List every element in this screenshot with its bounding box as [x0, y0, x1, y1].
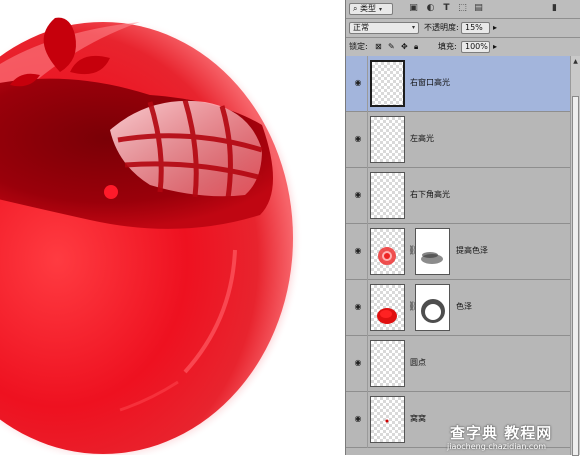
lock-all-icon[interactable]: 🔒︎	[414, 41, 418, 53]
layer-mask-thumbnail[interactable]	[415, 284, 450, 331]
fill-label: 填充:	[438, 42, 457, 51]
layers-panel: ⌕ 类型 ▾ ▣ ◐ T ⬚ ▤ ▮ 正常 ▾ 不透明度: 15% ▸ 锁定: ⊠ …	[345, 0, 580, 456]
opacity-input[interactable]: 15%	[461, 22, 490, 34]
layer-name: 色泽	[456, 302, 472, 311]
eye-icon[interactable]: ◉	[353, 190, 363, 200]
eye-icon[interactable]: ◉	[353, 134, 363, 144]
filter-kind-value: 类型	[360, 4, 377, 13]
fill-dropdown-icon[interactable]: ▸	[493, 41, 497, 53]
layer-row[interactable]: ◉ 右窗口高光	[346, 56, 570, 112]
scroll-up-icon[interactable]: ▲	[572, 58, 579, 66]
scrollbar-thumb[interactable]	[572, 96, 579, 456]
canvas-artwork[interactable]	[0, 0, 345, 455]
dropdown-arrow-icon: ▾	[411, 24, 415, 31]
mask-preview-icon	[421, 252, 443, 264]
layer-row[interactable]: ◉ 右下角高光	[346, 168, 570, 224]
layer-list: ◉ 右窗口高光 ◉ 左高光 ◉ 右下角高光 ◉ ⛓ 提高色泽 ◉ ⛓ 色泽 ◉ …	[346, 56, 570, 455]
eye-icon[interactable]: ◉	[353, 414, 363, 424]
layer-row[interactable]: ◉ ⛓ 提高色泽	[346, 224, 570, 280]
dropdown-arrow-icon: ▾	[379, 6, 383, 13]
layer-name: 提高色泽	[456, 246, 488, 255]
circle-filter-icon[interactable]: ◐	[425, 3, 436, 14]
layer-name: 圆点	[410, 358, 426, 367]
blend-mode-select[interactable]: 正常 ▾	[349, 22, 419, 34]
red-ring-thumbnail-icon	[378, 247, 396, 265]
mask-preview-icon	[421, 299, 445, 323]
layer-thumbnail	[370, 172, 405, 219]
layer-thumbnail	[370, 228, 405, 275]
opacity-dropdown-icon[interactable]: ▸	[493, 22, 497, 34]
eye-icon[interactable]: ◉	[353, 358, 363, 368]
eye-icon[interactable]: ◉	[353, 302, 363, 312]
layer-thumbnail	[370, 340, 405, 387]
layer-mask-thumbnail[interactable]	[415, 228, 450, 275]
red-blob-thumbnail-icon	[377, 308, 397, 324]
lock-fill-bar: 锁定: ⊠ ✎ ✥ 🔒︎ 填充: 100% ▸	[346, 38, 580, 57]
layer-thumbnail	[370, 116, 405, 163]
opacity-label: 不透明度:	[424, 23, 459, 32]
shape-filter-icon[interactable]: ⬚	[457, 3, 468, 14]
eye-icon[interactable]: ◉	[353, 246, 363, 256]
search-icon: ⌕	[353, 4, 358, 13]
fill-input[interactable]: 100%	[461, 41, 490, 53]
filter-kind-select[interactable]: ⌕ 类型 ▾	[349, 3, 393, 15]
lock-brush-icon[interactable]: ✎	[388, 41, 395, 53]
dot-thumbnail-icon	[385, 419, 389, 423]
lock-label: 锁定:	[349, 42, 368, 51]
layer-row[interactable]: ◉ ⛓ 色泽	[346, 280, 570, 336]
layer-name: 右窗口高光	[410, 78, 450, 87]
lock-move-icon[interactable]: ✥	[401, 41, 408, 53]
layer-row[interactable]: ◉ 左高光	[346, 112, 570, 168]
apple-illustration	[0, 16, 303, 455]
blend-opacity-bar: 正常 ▾ 不透明度: 15% ▸	[346, 19, 580, 38]
lock-transparency-icon[interactable]: ⊠	[375, 41, 382, 53]
filter-toggle-icon[interactable]: ▮	[549, 3, 560, 14]
layer-name: 窝窝	[410, 414, 426, 423]
layer-name: 右下角高光	[410, 190, 450, 199]
layer-row[interactable]: ◉ 圆点	[346, 336, 570, 392]
layers-scrollbar[interactable]: ▲	[570, 56, 580, 456]
watermark: 查字典 教程网 jiaocheng.chazidian.com	[445, 422, 580, 455]
layer-thumbnail	[370, 60, 405, 107]
layer-filter-bar: ⌕ 类型 ▾ ▣ ◐ T ⬚ ▤ ▮	[346, 0, 580, 19]
blend-mode-value: 正常	[353, 23, 369, 32]
layer-thumbnail	[370, 284, 405, 331]
smart-object-filter-icon[interactable]: ▤	[473, 3, 484, 14]
watermark-title: 查字典 教程网	[450, 424, 553, 442]
eye-icon[interactable]: ◉	[353, 78, 363, 88]
layer-thumbnail	[370, 396, 405, 443]
type-filter-icon[interactable]: T	[441, 3, 452, 14]
image-filter-icon[interactable]: ▣	[408, 3, 419, 14]
layer-name: 左高光	[410, 134, 434, 143]
watermark-url: jiaocheng.chazidian.com	[447, 442, 547, 451]
